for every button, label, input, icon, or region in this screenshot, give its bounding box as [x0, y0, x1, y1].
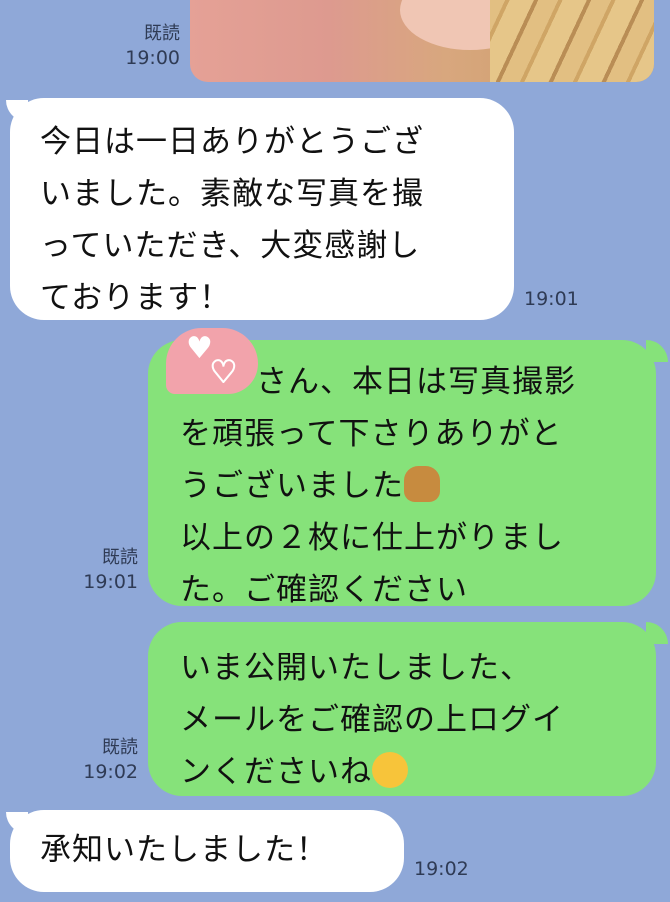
smiling-face-icon: [372, 752, 408, 788]
message-line: メールをご確認の上ログイ: [180, 702, 564, 738]
message-line: ております！: [40, 280, 232, 316]
message-line: っていただき、大変感謝し: [40, 228, 421, 264]
message-line: いま公開いたしました、: [180, 650, 532, 686]
message-time: 19:00: [125, 47, 180, 69]
message-bubble-received[interactable]: 承知いたしました！: [10, 810, 404, 892]
bubble-tail: [646, 622, 668, 644]
message-time: 19:01: [524, 288, 579, 310]
photo-thumbnail[interactable]: [190, 0, 654, 82]
read-receipt-0: 既読 19:00: [110, 22, 180, 70]
heart-outline-icon: ♥: [209, 355, 238, 390]
read-label: 既読: [102, 547, 138, 568]
message-line: 承知いたしました！: [40, 832, 328, 868]
message-time: 19:02: [414, 858, 469, 880]
bubble-tail: [646, 340, 668, 362]
photo-content-wood: [490, 0, 654, 82]
read-receipt-3: 既読 19:02: [70, 736, 138, 784]
message-line-text: うございました: [180, 468, 404, 504]
message-bubble-sent[interactable]: いま公開いたしました、 メールをご確認の上ログイ ンくださいね: [148, 622, 656, 796]
read-label: 既読: [144, 23, 180, 44]
message-bubble-received[interactable]: 今日は一日ありがとうござ いました。素敵な写真を撮 っていただき、大変感謝し て…: [10, 98, 514, 320]
message-time: 19:02: [83, 761, 138, 783]
message-time: 19:01: [83, 571, 138, 593]
person-bowing-icon: [404, 466, 440, 502]
message-line: ンくださいね: [180, 746, 656, 798]
message-line: いました。素敵な写真を撮: [40, 176, 424, 212]
message-line-text: ンくださいね: [180, 754, 372, 790]
message-line: うございました: [180, 460, 656, 512]
heart-icon: ♥: [186, 331, 213, 366]
message-line: た。ご確認ください: [180, 572, 468, 608]
heart-sticker: ♥ ♥: [166, 328, 258, 394]
message-line: 今日は一日ありがとうござ: [40, 124, 424, 160]
message-line: を頑張って下さりありがと: [180, 416, 563, 452]
read-receipt-2: 既読 19:01: [70, 546, 138, 594]
read-label: 既読: [102, 737, 138, 758]
message-line: 以上の２枚に仕上がりまし: [180, 520, 564, 556]
